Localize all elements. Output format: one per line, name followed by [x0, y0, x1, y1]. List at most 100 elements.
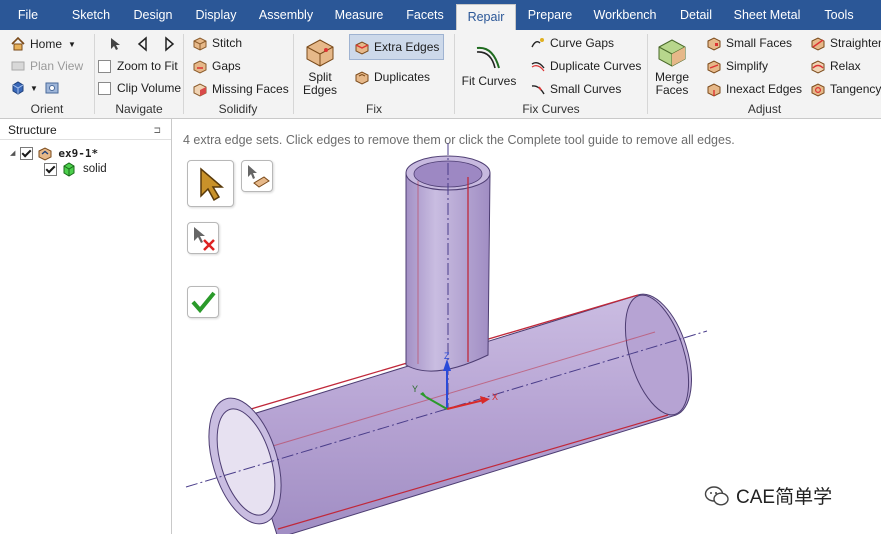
pipe-model[interactable]: Z X Y: [172, 119, 881, 534]
part-icon: [38, 147, 52, 161]
inexact-edges-icon: [707, 83, 721, 97]
solid-body-icon: [63, 162, 75, 177]
adjust-group-label: Adjust: [747, 102, 782, 116]
duplicates-button[interactable]: Duplicates: [354, 67, 430, 87]
navigate-tools: [107, 34, 181, 54]
simplify-icon: [707, 60, 721, 74]
menu-tab-workbench[interactable]: Workbench: [586, 0, 664, 30]
menu-tab-sheet-metal[interactable]: Sheet Metal: [728, 0, 806, 30]
navigate-group-label: Navigate: [115, 102, 163, 116]
zoom-to-fit-icon: [98, 59, 111, 73]
menu-bar: File Sketch Design Display Assembly Meas…: [0, 0, 881, 31]
pin-icon[interactable]: ⊐: [153, 119, 161, 141]
inexact-edges-button[interactable]: Inexact Edges: [706, 79, 802, 99]
zoom-to-fit-label: Zoom to Fit: [117, 59, 178, 73]
cube-view-icon: [12, 81, 24, 95]
layout-icon[interactable]: [44, 80, 60, 96]
menu-tab-display[interactable]: Display: [183, 0, 249, 30]
z-axis-label: Z: [444, 351, 450, 361]
merge-faces-button[interactable]: Merge Faces: [653, 36, 691, 97]
menu-tab-measure[interactable]: Measure: [325, 0, 393, 30]
tree-item-solid[interactable]: solid: [44, 161, 107, 177]
missing-faces-label: Missing Faces: [212, 82, 289, 96]
tangency-icon: [811, 83, 825, 97]
split-edges-button[interactable]: Split Edges: [302, 36, 338, 97]
fix-curves-group-label: Fix Curves: [522, 102, 580, 116]
chevron-down-icon[interactable]: ▼: [30, 84, 38, 93]
chevron-down-icon[interactable]: ▼: [68, 40, 76, 49]
small-curves-button[interactable]: Small Curves: [530, 79, 621, 99]
menu-tab-tools[interactable]: Tools: [810, 0, 868, 30]
ribbon: Home ▼ Plan View ▼ Orient Zoom to Fit Cl…: [0, 30, 881, 119]
split-edges-label: Split Edges: [302, 70, 338, 97]
duplicate-curves-button[interactable]: Duplicate Curves: [530, 56, 641, 76]
duplicates-icon: [355, 71, 369, 85]
3d-viewport[interactable]: 4 extra edge sets. Click edges to remove…: [172, 119, 881, 534]
straighten-button[interactable]: Straighten: [810, 33, 881, 53]
visibility-checkbox[interactable]: [44, 162, 57, 176]
watermark: CAE简单学: [704, 482, 832, 509]
zoom-to-fit-button[interactable]: Zoom to Fit: [98, 56, 178, 76]
relax-label: Relax: [830, 59, 861, 73]
structure-header: Structure ⊐: [0, 119, 171, 140]
fit-curves-icon: [476, 46, 500, 69]
duplicates-label: Duplicates: [374, 70, 431, 84]
view-cube-button[interactable]: ▼: [10, 78, 64, 98]
clip-volume-label: Clip Volume: [117, 81, 182, 95]
menu-tab-design[interactable]: Design: [124, 0, 182, 30]
menu-tab-prepare[interactable]: Prepare: [518, 0, 582, 30]
ribbon-group-fix: Split Edges Extra Edges Duplicates Fix: [294, 30, 454, 118]
merge-faces-icon: [658, 39, 686, 67]
extra-edges-button[interactable]: Extra Edges: [349, 34, 445, 60]
back-arrow-icon[interactable]: [135, 36, 151, 52]
curve-gaps-button[interactable]: Curve Gaps: [530, 33, 614, 53]
home-button[interactable]: Home ▼: [10, 34, 76, 54]
tree-solid-label: solid: [83, 163, 107, 175]
tangency-button[interactable]: Tangency: [810, 79, 881, 99]
menu-tab-detail[interactable]: Detail: [668, 0, 724, 30]
merge-faces-label: Merge Faces: [654, 70, 689, 97]
relax-button[interactable]: Relax: [810, 56, 861, 76]
ribbon-group-fix-curves: Fit Curves Curve Gaps Duplicate Curves S…: [455, 30, 647, 118]
relax-icon: [811, 60, 825, 74]
visibility-checkbox[interactable]: [20, 146, 34, 160]
tree-item-root[interactable]: ◢ ex9-1*: [10, 145, 98, 161]
ribbon-group-navigate: Zoom to Fit Clip Volume Navigate: [95, 30, 183, 118]
plan-view-button[interactable]: Plan View: [10, 56, 83, 76]
small-curves-label: Small Curves: [550, 82, 622, 96]
missing-faces-icon: [193, 83, 207, 97]
menu-tab-repair[interactable]: Repair: [456, 4, 516, 31]
solidify-group-label: Solidify: [218, 102, 258, 116]
expand-icon[interactable]: ◢: [10, 149, 15, 157]
x-axis-label: X: [492, 392, 498, 402]
menu-tab-sketch[interactable]: Sketch: [58, 0, 124, 30]
stitch-button[interactable]: Stitch: [192, 33, 242, 53]
small-faces-label: Small Faces: [726, 36, 793, 50]
fit-curves-label: Fit Curves: [461, 74, 517, 88]
gaps-icon: [193, 60, 207, 74]
clip-volume-button[interactable]: Clip Volume: [98, 78, 181, 98]
tangency-label: Tangency: [830, 82, 881, 96]
missing-faces-button[interactable]: Missing Faces: [192, 79, 289, 99]
menu-tab-file[interactable]: File: [0, 0, 56, 30]
ribbon-group-adjust: Merge Faces Small Faces Simplify Inexact…: [648, 30, 881, 118]
menu-tab-assembly[interactable]: Assembly: [250, 0, 322, 30]
small-faces-icon: [707, 37, 721, 51]
forward-arrow-icon[interactable]: [161, 36, 177, 52]
simplify-button[interactable]: Simplify: [706, 56, 768, 76]
straighten-label: Straighten: [830, 36, 881, 50]
clip-volume-icon: [98, 81, 111, 95]
fix-group-label: Fix: [366, 102, 382, 116]
inexact-edges-label: Inexact Edges: [726, 82, 803, 96]
home-label: Home: [30, 37, 63, 51]
menu-tab-facets[interactable]: Facets: [396, 0, 454, 30]
fit-curves-button[interactable]: Fit Curves: [461, 40, 517, 88]
orient-group-label: Orient: [30, 102, 64, 116]
split-edges-icon: [306, 39, 334, 67]
gaps-button[interactable]: Gaps: [192, 56, 241, 76]
select-arrow-icon[interactable]: [107, 36, 123, 52]
duplicate-curves-label: Duplicate Curves: [550, 59, 642, 73]
duplicate-curves-icon: [531, 61, 545, 72]
straighten-icon: [811, 37, 825, 51]
small-faces-button[interactable]: Small Faces: [706, 33, 792, 53]
